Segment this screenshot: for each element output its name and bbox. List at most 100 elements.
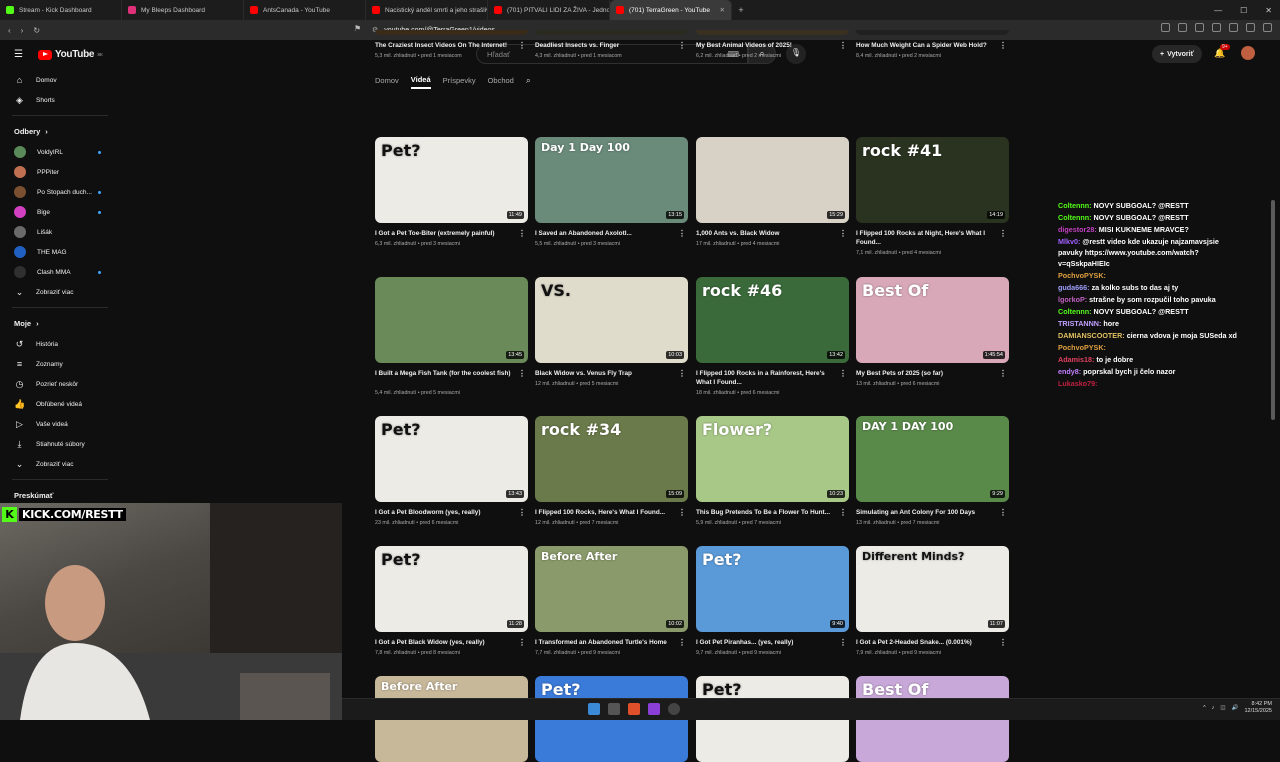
video-title[interactable]: I Flipped 100 Rocks at Night, Here's Wha… bbox=[856, 229, 996, 247]
video-thumbnail[interactable]: Day 1 Day 100 13:15 bbox=[535, 137, 688, 223]
tab-obchod[interactable]: Obchod bbox=[488, 73, 514, 88]
more-options-icon[interactable]: ⋮ bbox=[518, 638, 526, 647]
sidebar-item[interactable]: 👍 Obľúbené videá bbox=[0, 394, 120, 414]
extension-icon[interactable] bbox=[1195, 23, 1204, 32]
bookmark-icon[interactable]: ⚑ bbox=[354, 24, 361, 33]
browser-tab[interactable]: (701) TerraGreen - YouTube ✕ bbox=[610, 0, 732, 20]
more-options-icon[interactable]: ⋮ bbox=[999, 229, 1007, 238]
more-options-icon[interactable]: ⋮ bbox=[678, 229, 686, 238]
video-thumbnail[interactable]: Different Minds? 11:07 bbox=[856, 546, 1009, 632]
menu-icon[interactable]: ☰ bbox=[14, 49, 23, 60]
video-thumbnail[interactable]: Pet? 11:28 bbox=[375, 546, 528, 632]
sidebar-subscription[interactable]: THE MAG bbox=[0, 242, 120, 262]
more-options-icon[interactable]: ⋮ bbox=[839, 229, 847, 238]
more-options-icon[interactable]: ⋮ bbox=[518, 369, 526, 378]
more-options-icon[interactable]: ⋮ bbox=[678, 638, 686, 647]
extension-icon[interactable] bbox=[1246, 23, 1255, 32]
network-icon[interactable]: ◫ bbox=[1220, 705, 1225, 711]
minimize-icon[interactable]: — bbox=[1214, 6, 1222, 15]
video-thumbnail[interactable]: Before After 10:02 bbox=[535, 546, 688, 632]
brave-icon[interactable] bbox=[628, 703, 640, 715]
sidebar-subscription[interactable]: Lišák bbox=[0, 222, 120, 242]
video-title[interactable]: My Best Animal Videos of 2025! bbox=[696, 41, 836, 50]
tab-príspevky[interactable]: Príspevky bbox=[443, 73, 476, 88]
create-button[interactable]: + Vytvoriť bbox=[1152, 45, 1202, 63]
video-title[interactable]: I Got a Pet Black Widow (yes, really) bbox=[375, 638, 515, 647]
video-thumbnail[interactable] bbox=[696, 30, 849, 35]
sidebar-subscription[interactable]: Po Stopach duch... bbox=[0, 182, 120, 202]
video-title[interactable]: I Flipped 100 Rocks in a Rainforest, Her… bbox=[696, 369, 836, 387]
sidebar-item[interactable]: ◈ Shorts bbox=[0, 90, 120, 110]
video-title[interactable]: 1,000 Ants vs. Black Widow bbox=[696, 229, 836, 238]
video-thumbnail[interactable]: Pet? 9:40 bbox=[696, 546, 849, 632]
account-avatar[interactable] bbox=[1241, 46, 1255, 60]
more-options-icon[interactable]: ⋮ bbox=[518, 229, 526, 238]
mic-tray-icon[interactable]: ♪ bbox=[1212, 705, 1215, 711]
video-title[interactable]: Black Widow vs. Venus Fly Trap bbox=[535, 369, 675, 378]
browser-tab[interactable]: (701) PITVALI LIDI ZA ŽIVA - Jednotk bbox=[488, 0, 610, 20]
browser-tab[interactable]: AntsCanada - YouTube bbox=[244, 0, 366, 20]
maximize-icon[interactable]: ☐ bbox=[1240, 6, 1247, 15]
video-title[interactable]: I Flipped 100 Rocks, Here's What I Found… bbox=[535, 508, 675, 517]
subscriptions-header[interactable]: Odbery › bbox=[0, 120, 120, 142]
sidebar-item[interactable]: ↺ História bbox=[0, 334, 120, 354]
close-window-icon[interactable]: ✕ bbox=[1265, 6, 1272, 15]
video-thumbnail[interactable]: 13:45 bbox=[375, 277, 528, 363]
browser-tab[interactable]: Stream - Kick Dashboard bbox=[0, 0, 122, 20]
tab-videá[interactable]: Videá bbox=[410, 72, 431, 89]
browser-tab[interactable]: My Bleeps Dashboard bbox=[122, 0, 244, 20]
extension-icon[interactable] bbox=[1178, 23, 1187, 32]
more-options-icon[interactable]: ⋮ bbox=[999, 369, 1007, 378]
sidebar-subscription[interactable]: Bige bbox=[0, 202, 120, 222]
video-thumbnail[interactable]: rock #41 14:19 bbox=[856, 137, 1009, 223]
video-title[interactable]: I Got a Pet 2-Headed Snake... (0.001%) bbox=[856, 638, 996, 647]
notifications-button[interactable]: 🔔 9+ bbox=[1214, 44, 1230, 59]
more-options-icon[interactable]: ⋮ bbox=[839, 369, 847, 378]
sidebar-subscription[interactable]: Clash MMA bbox=[0, 262, 120, 282]
extension-icon[interactable] bbox=[1212, 23, 1221, 32]
chevron-up-icon[interactable]: ^ bbox=[1203, 705, 1206, 711]
more-options-icon[interactable]: ⋮ bbox=[999, 638, 1007, 647]
more-options-icon[interactable]: ⋮ bbox=[678, 369, 686, 378]
video-title[interactable]: I Got a Pet Toe-Biter (extremely painful… bbox=[375, 229, 515, 238]
video-title[interactable]: I Got Pet Piranhas... (yes, really) bbox=[696, 638, 836, 647]
browser-tab[interactable]: Nacistický anděl smrti a jeho strašlivé bbox=[366, 0, 488, 20]
tab-domov[interactable]: Domov bbox=[375, 73, 399, 88]
video-title[interactable]: Deadliest Insects vs. Finger bbox=[535, 41, 675, 50]
sidebar-item[interactable]: ⤓ Stiahnuté súbory bbox=[0, 434, 120, 454]
more-options-icon[interactable]: ⋮ bbox=[678, 41, 686, 50]
video-thumbnail[interactable]: DAY 1 DAY 100 9:29 bbox=[856, 416, 1009, 502]
video-thumbnail[interactable]: Flower? 10:23 bbox=[696, 416, 849, 502]
video-thumbnail[interactable]: Pet? 13:43 bbox=[375, 416, 528, 502]
more-options-icon[interactable]: ⋮ bbox=[839, 508, 847, 517]
video-title[interactable]: I Built a Mega Fish Tank (for the cooles… bbox=[375, 369, 515, 378]
forward-icon[interactable]: › bbox=[21, 26, 24, 35]
more-options-icon[interactable]: ⋮ bbox=[999, 508, 1007, 517]
video-thumbnail[interactable] bbox=[535, 30, 688, 35]
more-options-icon[interactable]: ⋮ bbox=[839, 638, 847, 647]
video-title[interactable]: How Much Weight Can a Spider Web Hold? bbox=[856, 41, 996, 50]
back-icon[interactable]: ‹ bbox=[8, 26, 11, 35]
channel-search-icon[interactable]: ⌕ bbox=[526, 75, 531, 86]
video-title[interactable]: The Craziest Insect Videos On The Intern… bbox=[375, 41, 515, 50]
video-thumbnail[interactable] bbox=[375, 30, 528, 35]
video-thumbnail[interactable] bbox=[856, 30, 1009, 35]
twitch-icon[interactable] bbox=[648, 703, 660, 715]
extension-icon[interactable] bbox=[1229, 23, 1238, 32]
sidebar-subscription[interactable]: PPPiter bbox=[0, 162, 120, 182]
sidebar-item[interactable]: ▷ Vaše videá bbox=[0, 414, 120, 434]
video-thumbnail[interactable]: rock #34 15:09 bbox=[535, 416, 688, 502]
video-thumbnail[interactable]: 15:29 bbox=[696, 137, 849, 223]
more-options-icon[interactable]: ⋮ bbox=[678, 508, 686, 517]
sidebar-subscription[interactable]: VoldyIRL bbox=[0, 142, 120, 162]
new-tab-icon[interactable]: + bbox=[732, 5, 750, 15]
video-thumbnail[interactable]: rock #46 13:42 bbox=[696, 277, 849, 363]
sidebar-item[interactable]: ⌂ Domov bbox=[0, 70, 120, 90]
sidebar-item[interactable]: ⌄ Zobraziť viac bbox=[0, 454, 120, 474]
extension-icon[interactable] bbox=[1161, 23, 1170, 32]
video-thumbnail[interactable]: Best Of 1:45:54 bbox=[856, 277, 1009, 363]
sidebar-item[interactable]: ≡ Zoznamy bbox=[0, 354, 120, 374]
video-title[interactable]: This Bug Pretends To Be a Flower To Hunt… bbox=[696, 508, 836, 517]
video-title[interactable]: I Transformed an Abandoned Turtle's Home bbox=[535, 638, 675, 647]
more-options-icon[interactable]: ⋮ bbox=[999, 41, 1007, 50]
